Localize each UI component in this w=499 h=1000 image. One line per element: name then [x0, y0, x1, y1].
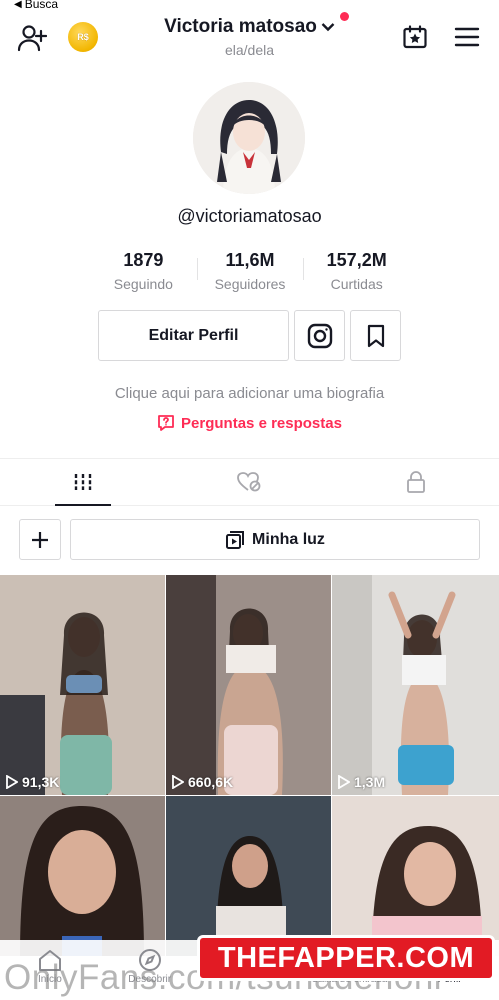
stat-label: Seguidores: [214, 276, 286, 292]
video-thumbnail[interactable]: 91,3K: [0, 575, 165, 795]
minha-luz-label: Minha luz: [252, 530, 325, 548]
qa-link[interactable]: Perguntas e respostas: [0, 414, 499, 432]
tab-videos[interactable]: [0, 459, 166, 506]
page-title: Victoria matosao: [164, 16, 317, 37]
back-label: Busca: [24, 0, 59, 11]
play-icon: [338, 775, 350, 789]
view-count: 91,3K: [6, 774, 59, 790]
video-thumbnail[interactable]: [166, 796, 331, 956]
minha-luz-button[interactable]: Minha luz: [70, 519, 480, 560]
stat-label: Curtidas: [330, 276, 383, 292]
profile-actions: Editar Perfil: [98, 310, 401, 361]
playlist-icon: [226, 530, 245, 549]
instagram-icon: [307, 323, 332, 348]
view-count-value: 660,6K: [188, 774, 234, 790]
video-grid: 91,3K 660,6K 1,3M: [0, 575, 499, 956]
favorites-button[interactable]: [350, 310, 401, 361]
tab-liked[interactable]: [166, 459, 332, 505]
heart-hidden-icon: [237, 472, 261, 492]
stat-likes[interactable]: 157,2M Curtidas: [303, 250, 410, 294]
video-thumbnail[interactable]: 1,3M: [332, 575, 499, 795]
video-thumbnail[interactable]: [332, 796, 499, 956]
stat-label: Seguindo: [113, 276, 173, 292]
add-bio-link[interactable]: Clique aqui para adicionar uma biografia: [0, 385, 499, 402]
secondary-row: Minha luz: [19, 519, 480, 560]
stat-value: 157,2M: [326, 250, 387, 270]
view-count-value: 1,3M: [354, 774, 386, 790]
stat-value: 11,6M: [225, 250, 275, 270]
tab-private[interactable]: [333, 459, 499, 505]
notification-dot: [339, 12, 349, 21]
video-thumbnail[interactable]: 660,6K: [166, 575, 331, 795]
play-icon: [172, 775, 184, 789]
grid-bars-icon: [74, 474, 92, 490]
video-thumbnail[interactable]: [0, 796, 165, 956]
avatar[interactable]: [193, 82, 305, 194]
view-count: 660,6K: [172, 774, 233, 790]
instagram-button[interactable]: [294, 310, 345, 361]
edit-profile-button[interactable]: Editar Perfil: [98, 310, 289, 361]
back-to-search-link[interactable]: ◀ Busca: [14, 0, 58, 11]
video-thumbnail-image: [332, 575, 499, 795]
question-bubble-icon: [158, 415, 174, 431]
bookmark-icon: [367, 324, 384, 347]
plus-icon: [32, 531, 48, 548]
content-tabs: [0, 458, 499, 506]
lock-icon: [406, 471, 425, 493]
username: @victoriamatosao: [177, 206, 322, 226]
view-count: 1,3M: [338, 774, 385, 790]
stat-followers[interactable]: 11,6M Seguidores: [196, 250, 304, 294]
watermark-banner: THEFAPPER.COM: [197, 935, 495, 981]
video-thumbnail-image: [166, 796, 331, 956]
add-button[interactable]: [19, 519, 61, 560]
stat-value: 1879: [123, 250, 164, 270]
calendar-star-icon[interactable]: [400, 22, 430, 52]
video-thumbnail-image: [0, 796, 165, 956]
stat-following[interactable]: 1879 Seguindo: [90, 250, 197, 294]
back-arrow-icon: ◀: [14, 0, 22, 10]
account-switcher[interactable]: Victoria matosao: [164, 12, 349, 38]
video-thumbnail-image: [0, 575, 165, 795]
chevron-down-icon: [321, 23, 335, 32]
view-count-value: 91,3K: [22, 774, 60, 790]
video-thumbnail-image: [166, 575, 331, 795]
profile-stats: 1879 Seguindo 11,6M Seguidores 157,2M Cu…: [90, 250, 410, 294]
top-bar: ◀ Busca R$ Victoria matosao ela/dela: [0, 0, 499, 72]
video-thumbnail-image: [332, 796, 499, 956]
qa-label: Perguntas e respostas: [181, 414, 342, 432]
play-icon: [6, 775, 18, 789]
menu-icon[interactable]: [452, 22, 482, 52]
